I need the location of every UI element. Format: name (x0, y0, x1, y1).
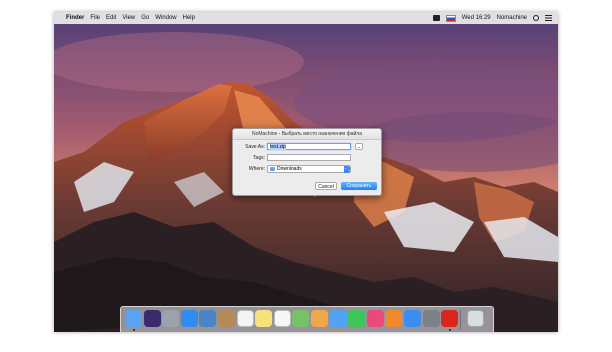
nomachine-icon[interactable] (441, 310, 459, 327)
system-preferences-icon[interactable] (422, 310, 440, 327)
messages-icon[interactable] (329, 310, 347, 327)
tags-label: Tags: (253, 155, 265, 161)
menu-help[interactable]: Help (183, 15, 195, 21)
finder-icon[interactable] (125, 310, 142, 327)
menu-window[interactable]: Window (155, 15, 176, 21)
popup-arrows-icon: ⌃⌄ (344, 166, 351, 173)
menu-go[interactable]: Go (141, 15, 149, 21)
status-area: Wed 16:29 Nomachine (427, 12, 552, 24)
desktop: Finder File Edit View Go Window Help Wed… (54, 12, 558, 332)
menu-bar: Finder File Edit View Go Window Help Wed… (54, 12, 558, 24)
tags-field[interactable] (267, 154, 351, 161)
dock-separator (460, 310, 461, 329)
input-source-flag-icon[interactable] (445, 14, 456, 22)
reminders-icon[interactable] (273, 310, 291, 327)
folder-icon (270, 166, 275, 171)
maps-icon[interactable] (292, 310, 310, 327)
menu-view[interactable]: View (122, 15, 135, 21)
calendar-icon[interactable] (236, 310, 254, 327)
facetime-icon[interactable] (348, 310, 366, 327)
where-popup[interactable]: Downloads ⌃⌄ (267, 165, 351, 173)
menu-file[interactable]: File (90, 15, 100, 21)
itunes-icon[interactable] (366, 310, 384, 327)
clock[interactable]: Wed 16:29 (462, 15, 491, 21)
where-value: Downloads (277, 166, 302, 172)
app-store-icon[interactable] (404, 310, 421, 327)
siri-icon[interactable] (143, 310, 161, 327)
notes-icon[interactable] (255, 310, 273, 327)
dock (120, 306, 494, 332)
ibooks-icon[interactable] (385, 310, 403, 327)
dialog-title: NoMachine - Выбрать место назначения фай… (233, 129, 381, 140)
expand-dialog-button[interactable]: ⌄ (355, 143, 363, 150)
launchpad-icon[interactable] (162, 310, 180, 327)
trash-icon[interactable] (467, 310, 484, 327)
notification-center-icon[interactable] (545, 15, 552, 21)
menu-edit[interactable]: Edit (106, 15, 116, 21)
user-name[interactable]: Nomachine (497, 15, 527, 21)
photos-icon[interactable] (311, 310, 328, 327)
save-as-value: test.zip (270, 144, 286, 150)
where-label: Where: (248, 166, 265, 172)
nomachine-status-icon[interactable] (432, 15, 440, 21)
save-as-label: Save As: (245, 144, 265, 150)
save-button[interactable]: Сохранить (341, 182, 377, 190)
save-as-field[interactable]: test.zip (267, 143, 351, 150)
running-indicator (448, 329, 451, 331)
save-dialog: NoMachine - Выбрать место назначения фай… (232, 128, 382, 196)
cancel-button[interactable]: Cancel (315, 182, 337, 190)
mail-icon[interactable] (199, 310, 217, 327)
spotlight-search-icon[interactable] (533, 15, 539, 21)
menu-app-name[interactable]: Finder (66, 15, 84, 21)
contacts-icon[interactable] (218, 310, 235, 327)
running-indicator (132, 329, 135, 331)
safari-icon[interactable] (180, 310, 198, 327)
chevron-down-icon: ⌄ (357, 144, 361, 149)
